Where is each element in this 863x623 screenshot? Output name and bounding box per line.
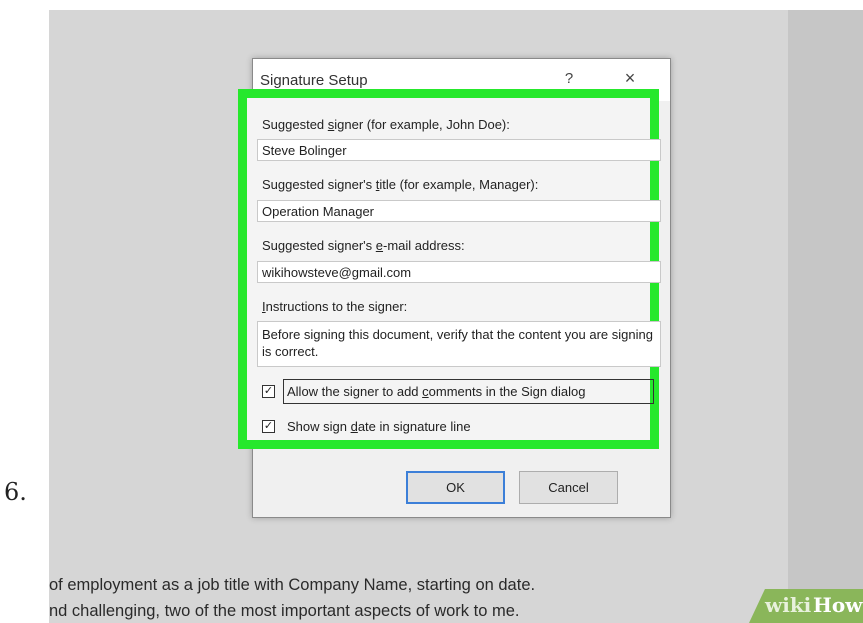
close-icon[interactable]: × bbox=[619, 68, 641, 89]
step-number: 6. bbox=[4, 478, 27, 506]
cancel-button[interactable]: Cancel bbox=[519, 471, 618, 504]
email-field[interactable]: wikihowsteve@gmail.com bbox=[257, 261, 661, 283]
instructions-label: Instructions to the signer: bbox=[262, 299, 407, 314]
help-icon[interactable]: ? bbox=[560, 70, 578, 87]
document-line-1: of employment as a job title with Compan… bbox=[49, 576, 536, 594]
email-label-rest: -mail address: bbox=[383, 238, 465, 253]
signer-label: Suggested signer (for example, John Doe)… bbox=[262, 117, 510, 132]
allow-comments-text: Allow the signer to add bbox=[287, 384, 423, 399]
show-date-checkbox[interactable]: ✓ bbox=[262, 420, 275, 433]
allow-comments-rest: omments in the Sign dialog bbox=[428, 384, 586, 399]
document-margin-area bbox=[788, 10, 863, 623]
ok-button[interactable]: OK bbox=[406, 471, 505, 504]
signer-field[interactable]: Steve Bolinger bbox=[257, 139, 661, 161]
allow-comments-checkbox[interactable]: ✓ bbox=[262, 385, 275, 398]
show-date-label[interactable]: Show sign date in signature line bbox=[287, 419, 471, 434]
watermark-wiki-text: wiki bbox=[765, 593, 812, 617]
show-date-rest: ate in signature line bbox=[357, 419, 471, 434]
title-label: Suggested signer's title (for example, M… bbox=[262, 177, 538, 192]
watermark-how-text: How bbox=[813, 593, 863, 617]
instructions-field[interactable]: Before signing this document, verify tha… bbox=[257, 321, 661, 367]
title-label-text: Suggested signer's bbox=[262, 177, 376, 192]
instructions-label-rest: nstructions to the signer: bbox=[265, 299, 408, 314]
signer-label-text: Suggested bbox=[262, 117, 328, 132]
show-date-accel: d bbox=[350, 419, 358, 434]
email-label: Suggested signer's e-mail address: bbox=[262, 238, 465, 253]
signer-title-field[interactable]: Operation Manager bbox=[257, 200, 661, 222]
wikihow-watermark: wiki How bbox=[749, 589, 863, 623]
email-label-text: Suggested signer's bbox=[262, 238, 376, 253]
dialog-title: Signature Setup bbox=[260, 72, 368, 89]
signer-label-rest: igner (for example, John Doe): bbox=[334, 117, 510, 132]
allow-comments-label[interactable]: Allow the signer to add comments in the … bbox=[287, 384, 585, 399]
email-label-accel: e bbox=[375, 238, 384, 253]
document-line-2: nd challenging, two of the most importan… bbox=[49, 602, 520, 620]
show-date-text: Show sign bbox=[287, 419, 351, 434]
title-label-rest: itle (for example, Manager): bbox=[379, 177, 539, 192]
document-body-text: of employment as a job title with Compan… bbox=[49, 572, 535, 623]
